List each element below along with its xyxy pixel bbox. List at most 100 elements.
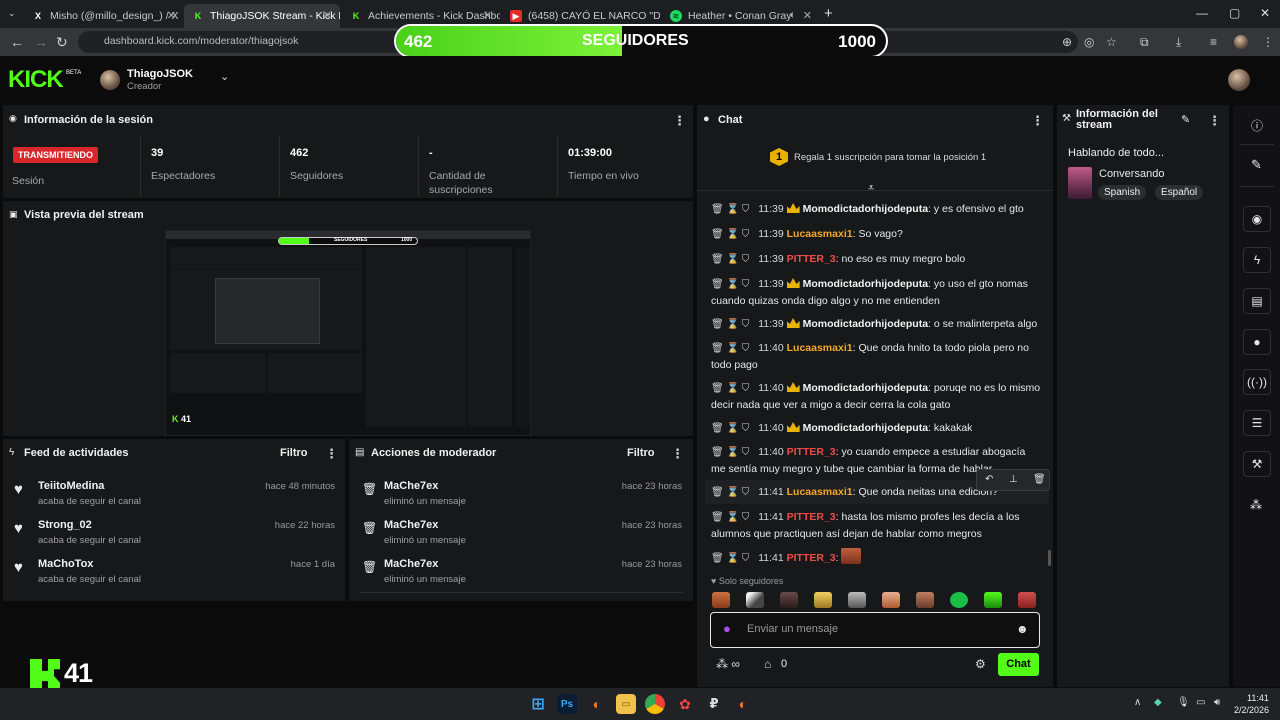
- emoji-icon[interactable]: ☻: [1016, 622, 1029, 636]
- pencil-rail-icon[interactable]: ✎: [1251, 157, 1262, 173]
- media-icon[interactable]: ≡: [1210, 34, 1217, 50]
- blender-icon[interactable]: ◐: [587, 694, 607, 714]
- chat-message[interactable]: 🗑︎ ⌛ ⛉ 11:39 Momodictadorhijodeputa: y es…: [711, 201, 1041, 218]
- chat-message[interactable]: 🗑︎ ⌛ ⛉ 11:40 Momodictadorhijodeputa: poru…: [711, 380, 1041, 413]
- clock-time[interactable]: 11:41: [1247, 693, 1269, 703]
- mute-tab-icon[interactable]: 🔈︎: [789, 9, 796, 22]
- activity-filter-button[interactable]: Filtro: [280, 447, 308, 459]
- edit-pencil-icon[interactable]: ✎: [1181, 113, 1190, 126]
- tray-mic-icon[interactable]: 🎙︎: [1177, 697, 1190, 708]
- session-menu-icon[interactable]: ⋮: [673, 113, 686, 129]
- mod-filter-button[interactable]: Filtro: [627, 447, 655, 459]
- emote-icon[interactable]: [746, 592, 764, 608]
- browser-tab[interactable]: X Misho (@millo_design_) / X ✕: [24, 4, 184, 28]
- chat-message[interactable]: 🗑︎ ⌛ ⛉ 11:41 PITTER_3: hasta los mismo pr…: [711, 509, 1041, 542]
- chat-message[interactable]: 🗑︎ ⌛ ⛉ 11:39 Momodictadorhijodeputa: yo u…: [711, 276, 1041, 309]
- channel-name[interactable]: ThiagoJSOK: [127, 68, 193, 80]
- tray-volume-icon[interactable]: 🔊︎: [1214, 697, 1220, 708]
- chat-message[interactable]: 🗑︎ ⌛ ⛉ 11:40 Lucaasmaxi1: Que onda hnito …: [711, 340, 1041, 373]
- close-tab-icon[interactable]: ✕: [483, 9, 492, 22]
- flash-icon[interactable]: ϟ: [1243, 247, 1271, 273]
- emote-icon[interactable]: [780, 592, 798, 608]
- chat-message[interactable]: 🗑︎ ⌛ ⛉ 11:39 Momodictadorhijodeputa: o se…: [711, 316, 1041, 333]
- emote-icon[interactable]: [916, 592, 934, 608]
- user-avatar[interactable]: [1228, 69, 1250, 91]
- category-name[interactable]: Conversando: [1099, 168, 1164, 180]
- minimize-icon[interactable]: —: [1196, 6, 1208, 20]
- chat-send-button[interactable]: Chat: [998, 653, 1039, 676]
- feed-item-name[interactable]: TeiitoMedina: [38, 480, 104, 492]
- emote-icon[interactable]: [814, 592, 832, 608]
- tray-network-icon[interactable]: ▭: [1196, 697, 1205, 708]
- feed-item-name[interactable]: Strong_02: [38, 519, 92, 531]
- chat-scrollbar[interactable]: [1048, 550, 1051, 566]
- app-icon[interactable]: ₽: [704, 694, 724, 714]
- chat-message[interactable]: 🗑︎ ⌛ ⛉ 11:40 Momodictadorhijodeputa: kaka…: [711, 420, 1041, 437]
- clipboard-icon[interactable]: ▤: [1243, 288, 1271, 314]
- windows-start-icon[interactable]: ⊞: [528, 694, 548, 714]
- store-icon[interactable]: ⌂: [764, 657, 771, 671]
- new-tab-button[interactable]: +: [824, 5, 833, 22]
- forward-icon[interactable]: →: [34, 34, 48, 50]
- blender-icon-2[interactable]: ◐: [733, 694, 753, 714]
- kick-points-icon[interactable]: ⁂ ∞: [716, 657, 740, 671]
- pin-icon[interactable]: ⊥: [1009, 474, 1018, 485]
- chat-message[interactable]: 🗑︎ ⌛ ⛉ 11:41 PITTER_3:: [711, 548, 1041, 567]
- extensions-icon[interactable]: ⧉: [1140, 34, 1149, 50]
- emote-icon[interactable]: [984, 592, 1002, 608]
- mod-item-name[interactable]: MaChe7ex: [384, 558, 438, 570]
- info-icon[interactable]: ⓘ: [1251, 117, 1263, 134]
- browser-tab-active[interactable]: K ThiagoJSOK Stream - Kick Dashb✕: [184, 4, 340, 28]
- bookmark-star-icon[interactable]: ☆: [1106, 34, 1117, 50]
- photoshop-icon[interactable]: Ps: [557, 694, 577, 714]
- emote-icon[interactable]: [1018, 592, 1036, 608]
- stream-preview-video[interactable]: SEGUIDORES 1000 K 41: [165, 230, 531, 436]
- eye-off-icon[interactable]: ◎: [1084, 34, 1094, 50]
- kick-logo[interactable]: KICK: [8, 66, 64, 94]
- delete-icon[interactable]: 🗑︎: [1033, 474, 1046, 485]
- gift-subscription-text[interactable]: Regala 1 suscripción para tomar la posic…: [794, 152, 986, 163]
- chat-rail-icon[interactable]: ●: [1243, 329, 1271, 355]
- close-tab-icon[interactable]: ✕: [323, 9, 332, 22]
- back-icon[interactable]: ←: [10, 34, 24, 50]
- menu-icon[interactable]: ⋮: [1262, 34, 1274, 50]
- stack-icon[interactable]: ☰: [1243, 410, 1271, 436]
- channel-switch-chevron-icon[interactable]: ⌄: [220, 70, 229, 83]
- emote-icon[interactable]: [950, 592, 968, 608]
- maximize-icon[interactable]: ▢: [1229, 6, 1240, 20]
- chat-message[interactable]: 🗑︎ ⌛ ⛉ 11:39 PITTER_3: no eso es muy megr…: [711, 251, 1041, 268]
- close-window-icon[interactable]: ✕: [1260, 6, 1270, 20]
- stream-info-menu-icon[interactable]: ⋮: [1208, 113, 1221, 129]
- camera-icon[interactable]: ◉: [1243, 206, 1271, 232]
- chat-menu-icon[interactable]: ⋮: [1031, 113, 1044, 129]
- microphone-icon[interactable]: ●: [723, 621, 731, 636]
- apps-icon[interactable]: ⁂: [1250, 498, 1262, 512]
- tag-spanish[interactable]: Spanish: [1098, 185, 1147, 200]
- download-icon[interactable]: ⤓: [1176, 34, 1181, 50]
- chat-message[interactable]: 🗑︎ ⌛ ⛉ 11:39 Lucaasmaxi1: So vago?: [711, 226, 1041, 243]
- close-tab-icon[interactable]: ✕: [167, 9, 176, 22]
- davinci-icon[interactable]: ✿: [675, 694, 695, 714]
- tab-search-icon[interactable]: ⌄: [8, 8, 16, 19]
- clock-date[interactable]: 2/2/2026: [1234, 705, 1269, 715]
- mod-item-name[interactable]: MaChe7ex: [384, 480, 438, 492]
- zoom-icon[interactable]: ⊕: [1062, 34, 1072, 50]
- reply-icon[interactable]: ↶: [985, 474, 993, 485]
- wrench-rail-icon[interactable]: ⚒: [1243, 451, 1271, 477]
- chrome-icon[interactable]: [645, 694, 665, 714]
- feed-item-name[interactable]: MaChoTox: [38, 558, 93, 570]
- file-explorer-icon[interactable]: ▭: [616, 694, 636, 714]
- tag-espanol[interactable]: Español: [1155, 185, 1204, 200]
- tray-chevron-icon[interactable]: ∧: [1134, 697, 1141, 708]
- chat-input[interactable]: ● Enviar un mensaje ☻: [710, 612, 1040, 648]
- scroll-to-bottom-icon[interactable]: ⩡: [868, 182, 874, 195]
- emote-icon[interactable]: [712, 592, 730, 608]
- activity-menu-icon[interactable]: ⋮: [325, 446, 338, 462]
- profile-avatar-icon[interactable]: [1234, 35, 1248, 49]
- reload-icon[interactable]: ↻: [56, 34, 68, 50]
- category-thumbnail[interactable]: [1068, 167, 1092, 199]
- tray-app-icon[interactable]: ◆: [1154, 697, 1162, 708]
- broadcast-icon[interactable]: ((·)): [1243, 369, 1271, 395]
- emote-icon[interactable]: [848, 592, 866, 608]
- chat-settings-icon[interactable]: ⚙: [975, 657, 986, 671]
